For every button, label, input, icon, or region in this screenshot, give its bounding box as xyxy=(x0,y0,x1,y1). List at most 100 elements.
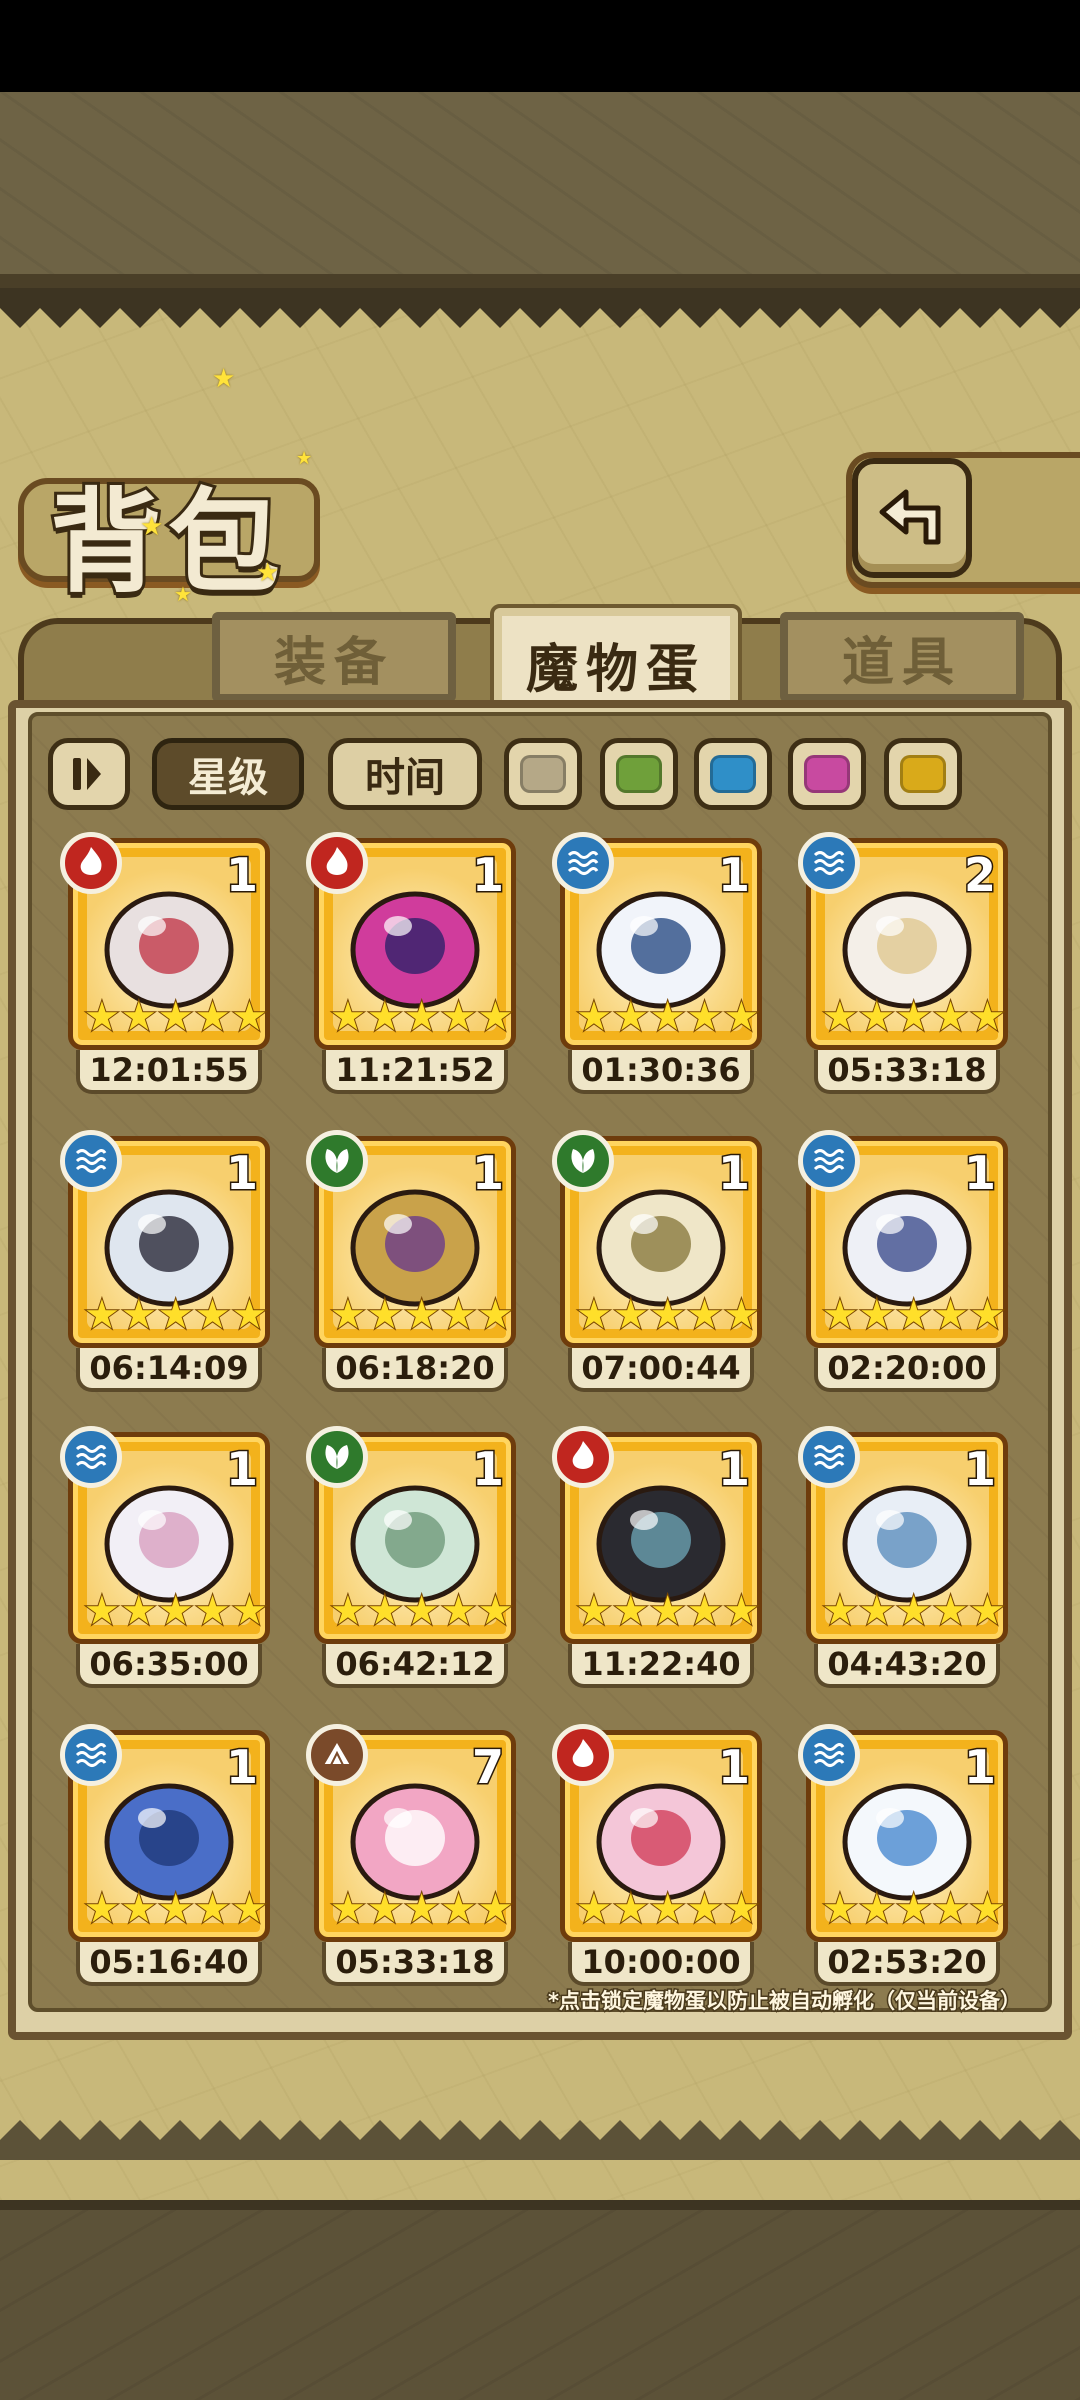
egg-count: 1 xyxy=(716,1442,751,1496)
star-icon: ★ xyxy=(821,1587,859,1635)
filter-color-yellow[interactable] xyxy=(884,738,962,810)
hatch-timer: 06:14:09 xyxy=(76,1348,262,1392)
filter-color-green[interactable] xyxy=(600,738,678,810)
star-rating: ★ ★ ★ ★ ★ xyxy=(821,1587,1006,1635)
star-icon: ★ xyxy=(157,1587,195,1635)
egg-count: 1 xyxy=(962,1740,997,1794)
star-icon: ★ xyxy=(476,1587,514,1635)
egg-card[interactable]: 1 ★ ★ ★ ★ ★ 10:00:00 xyxy=(552,1724,762,2020)
egg-card[interactable]: 1 ★ ★ ★ ★ ★ 01:30:36 xyxy=(552,832,762,1128)
star-icon: ★ xyxy=(575,1291,613,1339)
filter-color-gray[interactable] xyxy=(504,738,582,810)
water-element-icon xyxy=(60,1130,122,1192)
egg-card[interactable]: 7 ★ ★ ★ ★ ★ 05:33:18 xyxy=(306,1724,516,2020)
return-arrow-icon xyxy=(879,489,941,545)
egg-card[interactable]: 1 ★ ★ ★ ★ ★ 04:43:20 xyxy=(798,1426,1008,1722)
star-rating: ★ ★ ★ ★ ★ xyxy=(575,1885,760,1933)
star-icon: ★ xyxy=(932,1291,970,1339)
star-icon: ★ xyxy=(230,1587,268,1635)
star-icon: ★ xyxy=(230,993,268,1041)
star-icon: ★ xyxy=(968,1587,1006,1635)
filter-star-level[interactable]: 星级 xyxy=(152,738,304,810)
hatch-timer: 02:20:00 xyxy=(814,1348,1000,1392)
color-swatch xyxy=(520,755,566,793)
status-bar-area xyxy=(0,0,1080,92)
water-element-icon xyxy=(798,1130,860,1192)
fire-element-icon xyxy=(60,832,122,894)
star-icon: ★ xyxy=(157,993,195,1041)
star-rating: ★ ★ ★ ★ ★ xyxy=(575,1587,760,1635)
star-icon: ★ xyxy=(120,993,158,1041)
star-rating: ★ ★ ★ ★ ★ xyxy=(83,1291,268,1339)
zigzag-border-bottom xyxy=(0,2120,1080,2160)
egg-card[interactable]: 1 ★ ★ ★ ★ ★ 06:35:00 xyxy=(60,1426,270,1722)
star-icon: ★ xyxy=(612,993,650,1041)
star-icon: ★ xyxy=(932,993,970,1041)
egg-card[interactable]: 2 ★ ★ ★ ★ ★ 05:33:18 xyxy=(798,832,1008,1128)
star-icon: ★ xyxy=(858,1291,896,1339)
egg-card[interactable]: 1 ★ ★ ★ ★ ★ 06:14:09 xyxy=(60,1130,270,1426)
star-rating: ★ ★ ★ ★ ★ xyxy=(821,1885,1006,1933)
star-icon: ★ xyxy=(329,1291,367,1339)
star-rating: ★ ★ ★ ★ ★ xyxy=(83,993,268,1041)
star-icon: ★ xyxy=(968,1885,1006,1933)
star-rating: ★ ★ ★ ★ ★ xyxy=(83,1587,268,1635)
star-icon: ★ xyxy=(329,1587,367,1635)
egg-card[interactable]: 1 ★ ★ ★ ★ ★ 02:53:20 xyxy=(798,1724,1008,2020)
sparkle-star-icon: ★ xyxy=(256,558,280,588)
map-background-top xyxy=(0,92,1080,288)
star-icon: ★ xyxy=(895,1885,933,1933)
star-icon: ★ xyxy=(157,1885,195,1933)
nature-element-icon xyxy=(306,1426,368,1488)
egg-card[interactable]: 1 ★ ★ ★ ★ ★ 06:18:20 xyxy=(306,1130,516,1426)
hatch-timer: 06:18:20 xyxy=(322,1348,508,1392)
sparkle-star-icon: ★ xyxy=(212,364,236,394)
color-swatch xyxy=(710,755,756,793)
star-icon: ★ xyxy=(968,1291,1006,1339)
back-button[interactable] xyxy=(852,458,972,578)
hatch-timer: 01:30:36 xyxy=(568,1050,754,1094)
hatch-timer: 11:21:52 xyxy=(322,1050,508,1094)
star-rating: ★ ★ ★ ★ ★ xyxy=(821,993,1006,1041)
star-icon: ★ xyxy=(575,1587,613,1635)
filter-color-blue[interactable] xyxy=(694,738,772,810)
sort-order-button[interactable] xyxy=(48,738,130,810)
egg-card[interactable]: 1 ★ ★ ★ ★ ★ 07:00:44 xyxy=(552,1130,762,1426)
egg-count: 1 xyxy=(962,1146,997,1200)
star-icon: ★ xyxy=(329,993,367,1041)
star-icon: ★ xyxy=(649,1587,687,1635)
egg-card[interactable]: 1 ★ ★ ★ ★ ★ 05:16:40 xyxy=(60,1724,270,2020)
star-icon: ★ xyxy=(858,993,896,1041)
star-icon: ★ xyxy=(895,993,933,1041)
star-icon: ★ xyxy=(440,993,478,1041)
filter-time[interactable]: 时间 xyxy=(328,738,482,810)
star-icon: ★ xyxy=(722,1885,760,1933)
star-icon: ★ xyxy=(440,1291,478,1339)
tab-items[interactable]: 道具 xyxy=(780,612,1024,702)
sparkle-star-icon: ★ xyxy=(140,512,164,542)
egg-card[interactable]: 1 ★ ★ ★ ★ ★ 11:22:40 xyxy=(552,1426,762,1722)
star-icon: ★ xyxy=(476,1885,514,1933)
star-rating: ★ ★ ★ ★ ★ xyxy=(329,1291,514,1339)
egg-card[interactable]: 1 ★ ★ ★ ★ ★ 11:21:52 xyxy=(306,832,516,1128)
egg-card[interactable]: 1 ★ ★ ★ ★ ★ 02:20:00 xyxy=(798,1130,1008,1426)
hatch-timer: 12:01:55 xyxy=(76,1050,262,1094)
filter-color-pink[interactable] xyxy=(788,738,866,810)
hatch-timer: 06:35:00 xyxy=(76,1644,262,1688)
color-swatch xyxy=(616,755,662,793)
map-background-bottom xyxy=(0,2200,1080,2400)
egg-count: 1 xyxy=(716,848,751,902)
star-icon: ★ xyxy=(612,1587,650,1635)
egg-count: 1 xyxy=(716,1146,751,1200)
star-icon: ★ xyxy=(194,1587,232,1635)
star-icon: ★ xyxy=(476,993,514,1041)
zigzag-border-top xyxy=(0,288,1080,328)
nature-element-icon xyxy=(552,1130,614,1192)
egg-count: 1 xyxy=(716,1740,751,1794)
sparkle-star-icon: ★ xyxy=(296,448,313,469)
star-icon: ★ xyxy=(686,1885,724,1933)
egg-card[interactable]: 1 ★ ★ ★ ★ ★ 06:42:12 xyxy=(306,1426,516,1722)
star-icon: ★ xyxy=(858,1885,896,1933)
egg-card[interactable]: 1 ★ ★ ★ ★ ★ 12:01:55 xyxy=(60,832,270,1128)
tab-equipment[interactable]: 装备 xyxy=(212,612,456,702)
